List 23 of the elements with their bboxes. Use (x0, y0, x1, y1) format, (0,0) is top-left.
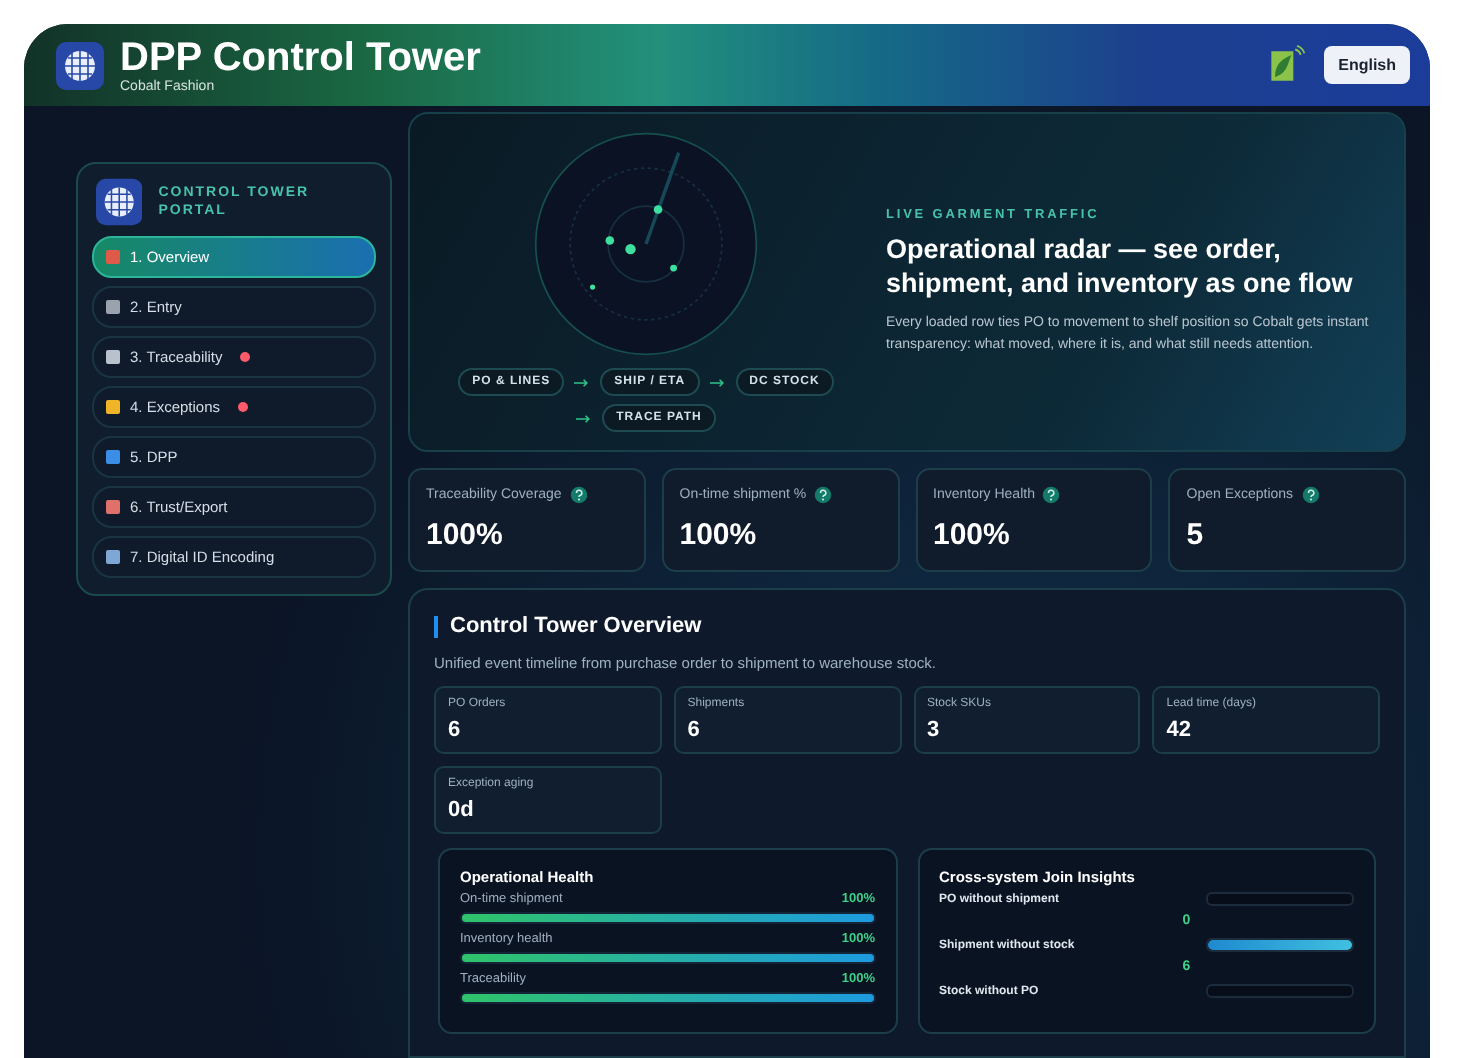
stat-value: 42 (1166, 718, 1193, 742)
help-icon[interactable] (814, 486, 833, 504)
kpi-value: 100% (679, 518, 759, 552)
hero-heading: Operational radar — see order, shipment, and inventory as one flow (886, 232, 1355, 300)
globe-logo-icon (56, 41, 104, 89)
help-icon[interactable] (569, 486, 588, 504)
stat-value: 0d (448, 798, 476, 822)
arrow-icon (709, 377, 726, 387)
help-icon[interactable] (1301, 486, 1320, 504)
stat-value: 6 (448, 718, 463, 742)
arrow-icon (576, 413, 593, 423)
kpi-value: 100% (933, 518, 1012, 552)
app-title: DPP Control Tower (120, 36, 481, 80)
globe-logo-icon (96, 178, 143, 226)
stat-value: 3 (927, 718, 942, 742)
accent-bar (434, 615, 438, 637)
section-title: Control Tower Overview (450, 614, 702, 638)
arrow-icon (574, 377, 591, 387)
stat-value: 6 (687, 718, 702, 742)
kpi-value: 100% (426, 518, 505, 552)
kpi-value: 5 (1186, 518, 1206, 552)
language-button[interactable]: English (1324, 46, 1410, 84)
help-icon[interactable] (1042, 486, 1061, 504)
